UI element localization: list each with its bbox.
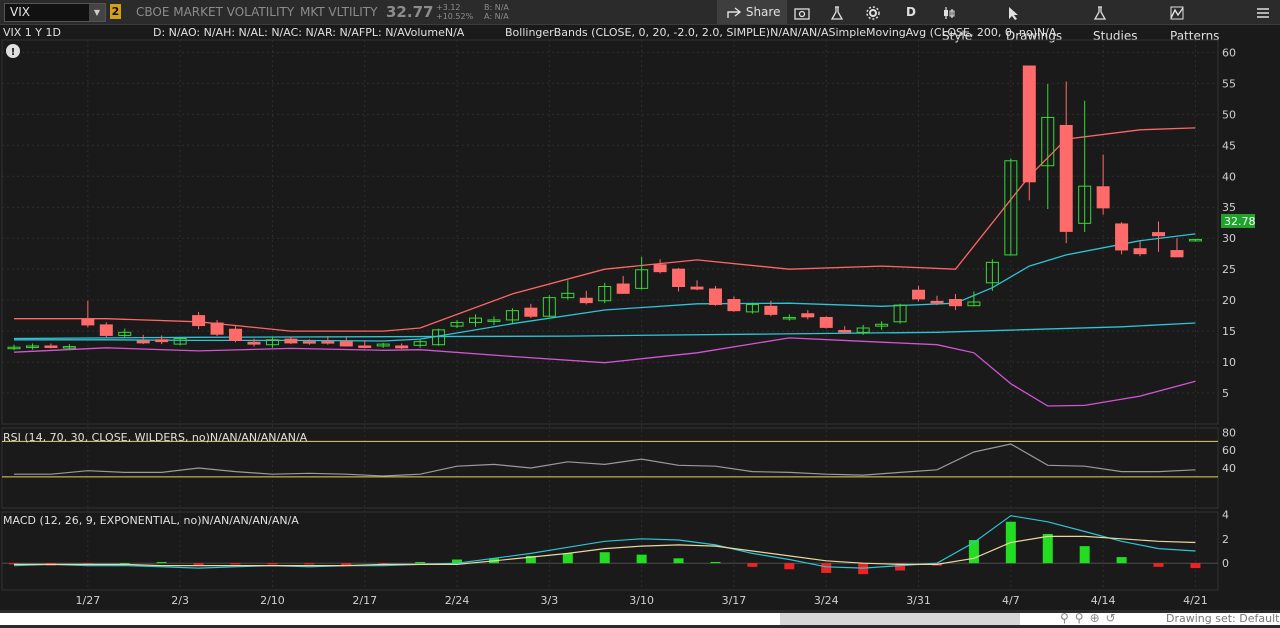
time-tick-label: 2/24 [445,594,470,607]
candle-body [99,324,113,336]
price-tick-label: 25 [1222,263,1236,276]
macd-histogram-bar [747,563,758,567]
last-price-tag-label: 32.78 [1224,215,1256,228]
macd-histogram-bar [156,561,167,564]
candle-body [930,300,944,304]
macd-tick-label: 4 [1222,508,1229,521]
candle-body [912,289,926,300]
candle-body [210,322,224,335]
macd-histogram-bar [304,563,315,565]
candle-body [284,338,298,344]
candle-body [395,345,409,349]
candle-body [1059,124,1073,232]
time-tick-label: 3/31 [906,594,931,607]
candle-body [155,339,169,343]
macd-histogram-bar [784,563,795,570]
candle-body [1115,223,1129,251]
scroll-thumb[interactable] [780,613,1020,625]
candle-body [44,345,58,348]
price-tick-label: 30 [1222,232,1236,245]
candle-body [321,341,335,344]
candle-body [616,283,630,294]
candle-body [1152,232,1166,237]
candle-body [229,328,243,341]
macd-histogram-bar [1190,563,1201,569]
macd-histogram-bar [267,563,278,565]
macd-histogram-bar [562,553,573,564]
macd-histogram-bar [1079,546,1090,564]
candle-body [838,329,852,333]
candle-body [764,305,778,315]
price-tick-label: 60 [1222,46,1236,59]
rsi-tick-label: 60 [1222,444,1236,457]
candle-body [690,286,704,290]
macd-histogram-bar [673,558,684,564]
price-tick-label: 55 [1222,77,1236,90]
candle-body [653,264,667,273]
time-tick-label: 2/10 [260,594,285,607]
candle-body [1170,250,1184,258]
time-tick-label: 4/7 [1002,594,1020,607]
candle-body [302,341,316,344]
drawing-set-label: Drawing set: Default [1166,612,1280,625]
macd-histogram-bar [1042,533,1053,564]
macd-histogram-bar [415,561,426,564]
candle-body [524,307,538,317]
time-tick-label: 4/14 [1091,594,1116,607]
candle-body [1096,186,1110,209]
candle-body [579,297,593,304]
price-tick-label: 50 [1222,108,1236,121]
time-tick-label: 2/17 [352,594,377,607]
price-tick-label: 20 [1222,294,1236,307]
time-tick-label: 1/27 [75,594,100,607]
price-tick-label: 5 [1222,387,1229,400]
candle-body [192,315,206,327]
macd-histogram-bar [230,563,241,565]
time-tick-label: 2/3 [171,594,189,607]
rsi-tick-label: 80 [1222,426,1236,439]
price-tick-label: 15 [1222,325,1236,338]
macd-tick-label: 2 [1222,533,1229,546]
candle-body [1022,65,1036,183]
candle-body [81,318,95,326]
macd-histogram-bar [968,540,979,564]
time-tick-label: 4/21 [1183,594,1208,607]
rsi-line [14,443,1196,477]
candle-body [801,313,815,318]
candle-body [358,345,372,348]
candle-body [948,299,962,307]
macd-label: MACD (12, 26, 9, EXPONENTIAL, no)N/AN/AN… [3,514,299,527]
price-tick-label: 35 [1222,201,1236,214]
rsi-panel [2,440,1218,478]
candle-body [339,341,353,347]
price-tick-label: 40 [1222,170,1236,183]
candle-body [247,341,261,345]
alert-icon-mark: ! [11,47,16,58]
zoom-controls[interactable]: ⚲⚲⊕↺ [1060,611,1122,625]
overlay-lower-band [13,337,1196,407]
time-tick-label: 3/3 [540,594,558,607]
macd-histogram-bar [1116,557,1127,564]
price-candles [7,65,1202,351]
candle-body [672,268,686,288]
rsi-tick-label: 40 [1222,462,1236,475]
macd-histogram-bar [710,561,721,564]
rsi-label: RSI (14, 70, 30, CLOSE, WILDERS, no)N/AN… [3,431,308,444]
candle-body [819,316,833,328]
candle-body [136,340,150,344]
candle-body [708,288,722,305]
macd-tick-label: 0 [1222,557,1229,570]
price-tick-label: 45 [1222,139,1236,152]
time-tick-label: 3/10 [629,594,654,607]
time-tick-label: 3/17 [722,594,747,607]
candle-body [1133,248,1147,255]
macd-histogram-bar [821,563,832,573]
time-tick-label: 3/24 [814,594,839,607]
macd-histogram-bar [1153,563,1164,567]
price-tick-label: 10 [1222,356,1236,369]
macd-histogram-bar [636,554,647,564]
price-overlays [13,127,1196,407]
candle-body [727,299,741,312]
macd-histogram-bar [599,552,610,564]
